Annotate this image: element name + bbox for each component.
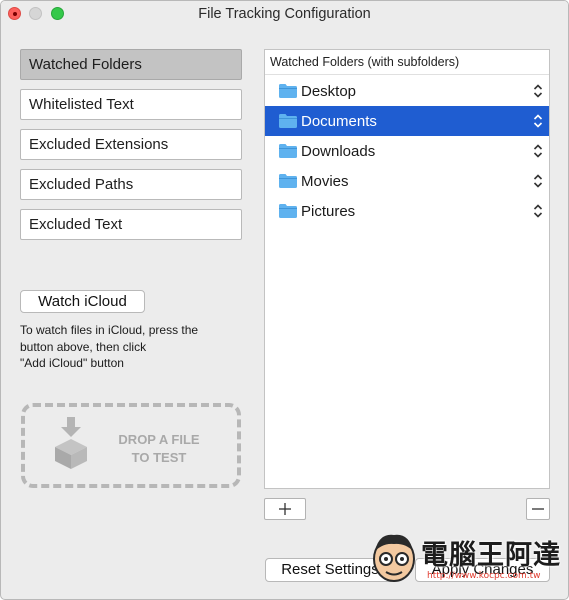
add-folder-button[interactable] xyxy=(264,498,306,520)
nav-excluded-text[interactable]: Excluded Text xyxy=(20,209,242,240)
remove-folder-button[interactable] xyxy=(526,498,550,520)
folder-row-documents[interactable]: Documents xyxy=(265,106,549,136)
folder-row-desktop[interactable]: Desktop xyxy=(265,76,549,106)
watermark: 電腦王阿達 http://www.kocpc.com.tw xyxy=(369,527,565,587)
folder-icon xyxy=(279,144,297,158)
watched-folders-list[interactable]: Watched Folders (with subfolders) Deskto… xyxy=(264,49,550,489)
drop-file-zone[interactable]: DROP A FILE TO TEST xyxy=(21,403,241,488)
plus-icon xyxy=(279,503,291,515)
configuration-window: File Tracking Configuration Watched Fold… xyxy=(0,0,569,600)
drop-box-icon xyxy=(55,417,87,469)
title-bar: File Tracking Configuration xyxy=(1,1,568,25)
drop-zone-label: DROP A FILE TO TEST xyxy=(99,431,219,467)
watch-icloud-button[interactable]: Watch iCloud xyxy=(20,290,145,313)
folder-icon xyxy=(279,84,297,98)
chevron-up-down-icon[interactable] xyxy=(533,84,543,98)
nav-watched-folders[interactable]: Watched Folders xyxy=(20,49,242,80)
chevron-up-down-icon[interactable] xyxy=(533,114,543,128)
drop-zone-line: DROP A FILE xyxy=(118,432,200,447)
window-title: File Tracking Configuration xyxy=(198,6,371,22)
minus-icon xyxy=(532,508,544,510)
chevron-up-down-icon[interactable] xyxy=(533,144,543,158)
folder-label: Downloads xyxy=(301,143,376,160)
icloud-help-line: button above, then click xyxy=(20,339,147,354)
folder-row-pictures[interactable]: Pictures xyxy=(265,196,549,226)
mascot-logo xyxy=(373,534,415,582)
watermark-url: http://www.kocpc.com.tw xyxy=(427,571,541,581)
folder-row-movies[interactable]: Movies xyxy=(265,166,549,196)
folder-icon xyxy=(279,204,297,218)
nav-excluded-extensions[interactable]: Excluded Extensions xyxy=(20,129,242,160)
watermark-text: 電腦王阿達 xyxy=(421,540,561,571)
folder-label: Pictures xyxy=(301,203,356,220)
folder-label: Documents xyxy=(301,113,377,130)
icloud-help-line: "Add iCloud" button xyxy=(20,356,124,370)
nav-whitelisted-text[interactable]: Whitelisted Text xyxy=(20,89,242,120)
folder-label: Movies xyxy=(301,173,349,190)
drop-zone-line: TO TEST xyxy=(131,450,187,465)
folder-icon xyxy=(279,174,297,188)
folder-row-downloads[interactable]: Downloads xyxy=(265,136,549,166)
folder-icon xyxy=(279,114,297,128)
folder-label: Desktop xyxy=(301,83,357,100)
list-header: Watched Folders (with subfolders) xyxy=(265,50,549,75)
chevron-up-down-icon[interactable] xyxy=(533,204,543,218)
nav-excluded-paths[interactable]: Excluded Paths xyxy=(20,169,242,200)
icloud-help-text: To watch files in iCloud, press the butt… xyxy=(20,322,240,372)
chevron-up-down-icon[interactable] xyxy=(533,174,543,188)
icloud-help-line: To watch files in iCloud, press the xyxy=(20,323,199,337)
